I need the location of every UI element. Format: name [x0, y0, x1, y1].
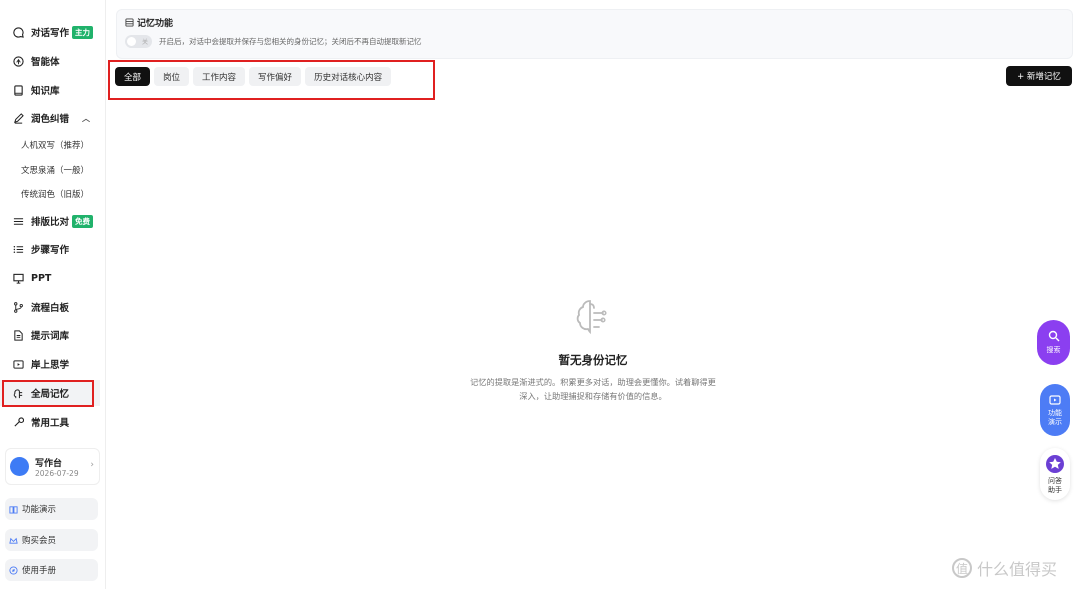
workspace-date: 2026-07-29 — [35, 469, 79, 478]
git-branch-icon — [11, 300, 25, 314]
button-label: 使用手册 — [22, 566, 57, 576]
badge: 主力 — [72, 25, 94, 39]
sidebar-item-label: 步骤写作 — [31, 245, 70, 256]
sidebar-item-whiteboard[interactable]: 流程白板 — [0, 294, 100, 320]
crown-icon — [9, 536, 18, 545]
sidebar-item-label: 知识库 — [31, 86, 60, 97]
sidebar-item-label: 润色纠错 — [31, 114, 70, 125]
toggle-state-label: 关 — [141, 39, 148, 46]
workspace-card[interactable]: 写作台 2026-07-29 › — [5, 448, 100, 485]
watermark: 值 什么值得买 — [952, 556, 1057, 580]
sidebar-item-step-writing[interactable]: 步骤写作 — [0, 236, 100, 262]
badge: 免费 — [72, 214, 94, 228]
memory-toggle[interactable]: 关 — [125, 35, 152, 48]
empty-state-description: 记忆的提取是渐进式的。积累更多对话，助理会更懂你。试着聊得更深入，让助理捕捉和存… — [470, 377, 716, 401]
sidebar-item-layout-compare[interactable]: 排版比对 免费 — [0, 208, 100, 234]
sidebar: 对话写作 主力 智能体 知识库 润色纠错 ︿ 人机双写（推荐） 文思泉涌（一般）… — [0, 0, 106, 589]
book-icon — [11, 83, 25, 97]
database-icon — [125, 18, 134, 27]
floating-demo-button[interactable]: 功能演示 — [1040, 384, 1070, 436]
add-memory-button[interactable]: + 新增记忆 — [1006, 66, 1072, 86]
presentation-icon — [11, 271, 25, 285]
memory-description: 开启后，对话中会提取并保存与您相关的身份记忆；关闭后不再自动提取新记忆 — [159, 37, 422, 46]
pen-icon — [11, 111, 25, 125]
floating-qa-button[interactable]: 问答助手 — [1040, 448, 1070, 500]
sidebar-subitem-dual-write[interactable]: 人机双写（推荐） — [21, 139, 89, 151]
brain-icon — [576, 300, 607, 335]
sidebar-item-label: 对话写作 — [31, 28, 70, 39]
memory-title: 记忆功能 — [125, 16, 173, 29]
sidebar-item-ppt[interactable]: PPT — [0, 265, 100, 291]
book-open-icon — [9, 505, 18, 514]
sidebar-subitem-classic-polish[interactable]: 传统润色（旧版） — [21, 188, 89, 200]
memory-settings-card: 记忆功能 关 开启后，对话中会提取并保存与您相关的身份记忆；关闭后不再自动提取新… — [116, 9, 1073, 59]
sidebar-item-label: PPT — [31, 272, 52, 284]
empty-state-title: 暂无身份记忆 — [558, 353, 628, 367]
document-icon — [11, 328, 25, 342]
search-icon — [1048, 330, 1059, 342]
watermark-logo-icon: 值 — [952, 558, 972, 578]
floating-search-button[interactable]: 搜索 — [1037, 320, 1070, 365]
video-icon — [1049, 394, 1061, 405]
floating-demo-label: 功能演示 — [1048, 408, 1062, 426]
chat-bubble-icon — [11, 25, 25, 39]
buy-membership-button[interactable]: 购买会员 — [5, 529, 98, 551]
highlight-box-sidebar — [2, 380, 94, 407]
sidebar-item-label: 提示词库 — [31, 331, 70, 342]
toggle-knob — [127, 37, 136, 46]
user-manual-button[interactable]: 使用手册 — [5, 559, 98, 581]
sidebar-item-agents[interactable]: 智能体 — [0, 48, 100, 74]
sidebar-item-polish[interactable]: 润色纠错 ︿ — [0, 105, 100, 131]
floating-search-label: 搜索 — [1046, 346, 1061, 354]
watermark-text: 什么值得买 — [977, 560, 1058, 579]
sidebar-item-prompts[interactable]: 提示词库 — [0, 322, 100, 348]
list-icon — [11, 242, 25, 256]
sidebar-item-label: 排版比对 — [31, 217, 70, 228]
button-label: 功能演示 — [22, 505, 57, 515]
wrench-icon — [11, 415, 25, 429]
sidebar-subitem-inspiration[interactable]: 文思泉涌（一般） — [21, 164, 89, 176]
workspace-name: 写作台 — [35, 459, 63, 469]
menu-lines-icon — [11, 214, 25, 228]
sidebar-item-label: 流程白板 — [31, 303, 70, 314]
sidebar-item-label: 智能体 — [31, 57, 60, 68]
compass-icon — [9, 565, 18, 575]
assistant-avatar-icon — [1046, 454, 1064, 473]
sidebar-item-label: 常用工具 — [31, 418, 70, 429]
feature-demo-button[interactable]: 功能演示 — [5, 498, 98, 520]
avatar — [10, 457, 29, 476]
agent-icon — [11, 54, 25, 68]
floating-qa-label: 问答助手 — [1048, 476, 1062, 494]
sidebar-item-knowledge[interactable]: 知识库 — [0, 77, 100, 103]
highlight-box-tabs — [108, 60, 435, 100]
sidebar-item-chat-writing[interactable]: 对话写作 主力 — [0, 19, 100, 45]
chevron-up-icon[interactable]: ︿ — [82, 113, 90, 124]
chevron-right-icon: › — [90, 460, 94, 470]
sidebar-item-tools[interactable]: 常用工具 — [0, 409, 100, 435]
button-label: 购买会员 — [22, 536, 57, 546]
